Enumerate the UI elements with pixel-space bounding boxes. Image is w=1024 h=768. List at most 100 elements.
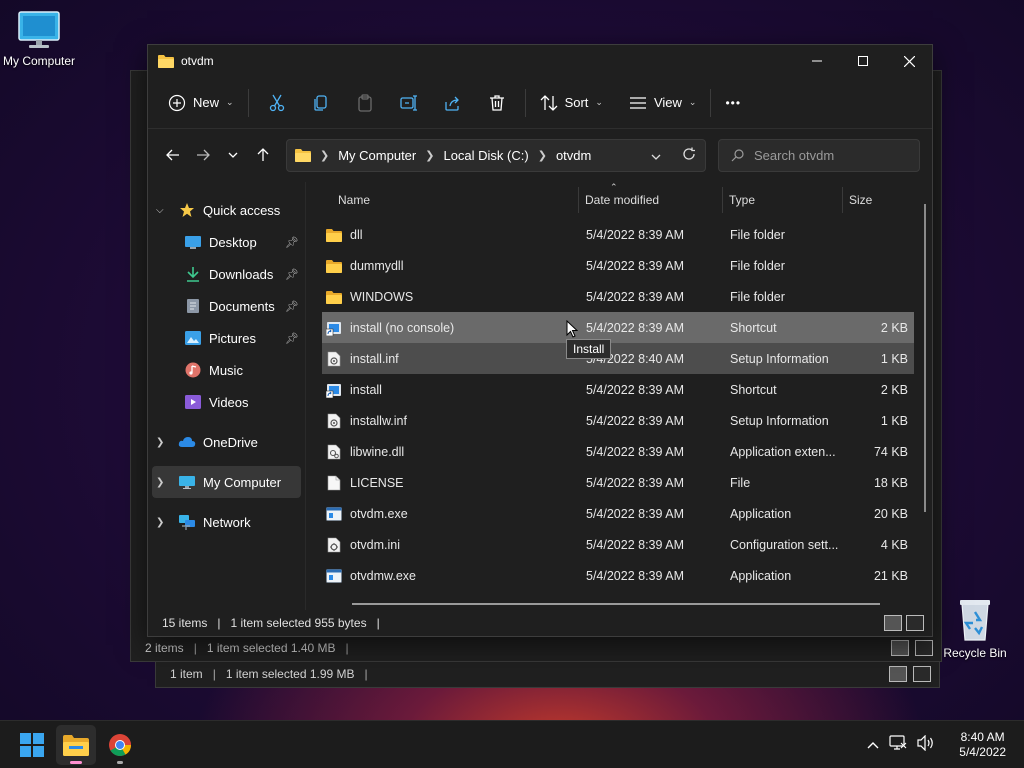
show-hidden-icons-button[interactable] bbox=[867, 738, 879, 752]
file-date: 5/4/2022 8:39 AM bbox=[586, 506, 684, 521]
dll-file-icon bbox=[326, 444, 342, 460]
details-view-button[interactable] bbox=[884, 615, 902, 631]
column-header-name[interactable]: Name bbox=[306, 193, 578, 207]
file-row[interactable]: otvdm.ini 5/4/2022 8:39 AM Configuration s… bbox=[322, 529, 914, 560]
desktop-icon-recycle-bin[interactable]: Recycle Bin bbox=[936, 596, 1014, 660]
column-header-size[interactable]: Size bbox=[842, 187, 912, 213]
delete-button[interactable] bbox=[481, 86, 513, 120]
sort-icon bbox=[540, 94, 558, 111]
chevron-down-icon: ⌵ bbox=[156, 204, 164, 216]
details-view-button[interactable] bbox=[891, 640, 909, 656]
file-row[interactable]: libwine.dll 5/4/2022 8:39 AM Application e… bbox=[322, 436, 914, 467]
cut-button[interactable] bbox=[261, 86, 293, 120]
trash-icon bbox=[489, 94, 504, 111]
column-header-date[interactable]: Date modified bbox=[578, 187, 722, 213]
status-item-count: 2 items bbox=[145, 641, 184, 655]
rename-button[interactable] bbox=[393, 86, 425, 120]
vertical-scrollbar[interactable] bbox=[924, 204, 926, 512]
copy-icon bbox=[313, 94, 327, 111]
desktop-icon-my-computer[interactable]: My Computer bbox=[0, 10, 78, 68]
breadcrumb-item[interactable]: Local Disk (C:) bbox=[443, 148, 528, 163]
forward-button[interactable] bbox=[188, 140, 218, 170]
horizontal-scrollbar[interactable] bbox=[352, 603, 880, 605]
monitor-icon bbox=[178, 473, 196, 491]
sort-ascending-icon: ⌃ bbox=[610, 182, 618, 192]
column-header-type[interactable]: Type bbox=[722, 187, 842, 213]
file-row[interactable]: otvdm.exe 5/4/2022 8:39 AM Application 20 K… bbox=[322, 498, 914, 529]
refresh-button[interactable] bbox=[672, 147, 705, 164]
sort-button[interactable]: Sort ⌄ bbox=[532, 86, 611, 120]
file-row[interactable]: installw.inf 5/4/2022 8:39 AM Setup Inform… bbox=[322, 405, 914, 436]
file-row[interactable]: otvdmw.exe 5/4/2022 8:39 AM Application 21 … bbox=[322, 560, 914, 591]
nav-my-computer[interactable]: ❯ My Computer bbox=[152, 466, 301, 498]
explorer-window[interactable]: otvdm New ⌄ Sort ⌄ View ⌄ ••• ❯ My Compu… bbox=[147, 44, 933, 637]
file-row[interactable]: LICENSE 5/4/2022 8:39 AM File 18 KB bbox=[322, 467, 914, 498]
nav-item-pictures[interactable]: Pictures 📌︎ bbox=[148, 322, 305, 354]
taskbar-file-explorer[interactable] bbox=[56, 724, 96, 765]
recent-locations-button[interactable] bbox=[218, 140, 248, 170]
paste-button[interactable] bbox=[349, 86, 381, 120]
share-button[interactable] bbox=[437, 86, 469, 120]
search-input[interactable]: Search otvdm bbox=[718, 138, 920, 172]
view-label: View bbox=[653, 95, 682, 110]
up-button[interactable] bbox=[248, 140, 278, 170]
network-status-button[interactable] bbox=[889, 735, 907, 754]
file-row[interactable]: install.inf 5/4/2022 8:40 AM Setup Informa… bbox=[322, 343, 914, 374]
file-row[interactable]: dummydll 5/4/2022 8:39 AM File folder bbox=[322, 250, 914, 281]
clock[interactable]: 8:40 AM 5/4/2022 bbox=[959, 730, 1006, 760]
file-name: dll bbox=[350, 227, 363, 242]
breadcrumb-item[interactable]: otvdm bbox=[556, 148, 591, 163]
file-row[interactable]: WINDOWS 5/4/2022 8:39 AM File folder bbox=[322, 281, 914, 312]
nav-item-downloads[interactable]: Downloads 📌︎ bbox=[148, 258, 305, 290]
arrow-left-icon bbox=[166, 149, 179, 161]
volume-button[interactable] bbox=[917, 734, 935, 754]
folder-icon bbox=[326, 289, 342, 305]
nav-item-music[interactable]: Music bbox=[148, 354, 305, 386]
address-bar[interactable]: ❯ My Computer ❯ Local Disk (C:) ❯ otvdm bbox=[286, 138, 706, 172]
maximize-button[interactable] bbox=[840, 45, 886, 77]
breadcrumb-item[interactable]: My Computer bbox=[338, 148, 416, 163]
minimize-button[interactable] bbox=[794, 45, 840, 77]
address-history-button[interactable] bbox=[639, 148, 672, 163]
tiles-view-button[interactable] bbox=[906, 615, 924, 631]
desktop-icon-label: Recycle Bin bbox=[943, 646, 1007, 660]
file-row[interactable]: install (no console) 5/4/2022 8:39 AM Shor… bbox=[322, 312, 914, 343]
file-name: install (no console) bbox=[350, 320, 455, 335]
nav-network[interactable]: ❯ Network bbox=[148, 506, 305, 538]
view-button[interactable]: View ⌄ bbox=[621, 86, 705, 120]
nav-label: Pictures bbox=[209, 330, 256, 346]
setup-file-icon bbox=[326, 413, 342, 429]
taskbar-chrome[interactable] bbox=[100, 725, 140, 765]
start-button[interactable] bbox=[12, 725, 52, 765]
nav-item-videos[interactable]: Videos bbox=[148, 386, 305, 418]
file-size: 2 KB bbox=[880, 382, 908, 397]
file-size: 2 KB bbox=[880, 320, 908, 335]
more-options-button[interactable]: ••• bbox=[717, 86, 749, 120]
toolbar-divider bbox=[247, 88, 249, 117]
back-button[interactable] bbox=[158, 140, 188, 170]
status-bar: 15 items | 1 item selected 955 bytes | bbox=[148, 610, 932, 636]
nav-onedrive[interactable]: ❯ OneDrive bbox=[148, 426, 305, 458]
tiles-view-button[interactable] bbox=[913, 666, 931, 682]
minimize-icon bbox=[812, 60, 822, 62]
title-bar[interactable]: otvdm bbox=[148, 45, 932, 77]
details-view-button[interactable] bbox=[889, 666, 907, 682]
status-separator: | bbox=[345, 641, 349, 655]
copy-button[interactable] bbox=[305, 86, 337, 120]
nav-item-documents[interactable]: Documents 📌︎ bbox=[148, 290, 305, 322]
new-button[interactable]: New ⌄ bbox=[160, 86, 242, 120]
arrow-right-icon bbox=[197, 149, 210, 161]
file-type: Shortcut bbox=[730, 382, 777, 397]
clock-date: 5/4/2022 bbox=[959, 744, 1006, 759]
file-row[interactable]: dll 5/4/2022 8:39 AM File folder bbox=[322, 219, 914, 250]
tiles-view-button[interactable] bbox=[915, 640, 933, 656]
close-button[interactable] bbox=[886, 45, 932, 77]
nav-label: Quick access bbox=[203, 202, 281, 218]
nav-item-desktop[interactable]: Desktop 📌︎ bbox=[148, 226, 305, 258]
main-content: ⌵ Quick access Desktop 📌︎ Downloads 📌︎ D… bbox=[148, 182, 932, 610]
file-size: 74 KB bbox=[873, 444, 908, 459]
nav-quick-access[interactable]: ⌵ Quick access bbox=[148, 194, 305, 226]
speaker-icon bbox=[917, 734, 934, 752]
chevron-right-icon: ❯ bbox=[156, 476, 165, 488]
file-row[interactable]: install 5/4/2022 8:39 AM Shortcut 2 KB bbox=[322, 374, 914, 405]
